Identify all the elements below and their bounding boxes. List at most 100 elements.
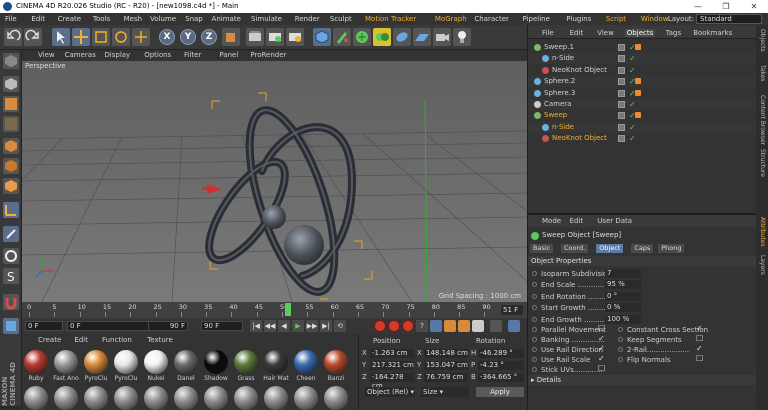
checkbox[interactable]: ✓ bbox=[696, 324, 703, 333]
record-keys-button[interactable] bbox=[374, 320, 386, 332]
tab-object[interactable]: Object bbox=[596, 244, 624, 253]
attribute-menu-mode[interactable]: Mode bbox=[542, 217, 561, 225]
snap-icon[interactable] bbox=[3, 248, 19, 264]
enabled-check-icon[interactable]: ✓ bbox=[629, 99, 636, 110]
play-button[interactable]: ▶ bbox=[292, 320, 304, 332]
animate-dot[interactable] bbox=[532, 293, 537, 299]
playhead[interactable] bbox=[285, 303, 291, 316]
camera-icon[interactable] bbox=[433, 28, 451, 46]
timeline-ruler[interactable]: 051015202530354045505560657075808590 51 … bbox=[22, 302, 527, 318]
animate-dot[interactable] bbox=[532, 316, 537, 322]
animate-dot[interactable] bbox=[618, 327, 623, 332]
menu-sculpt[interactable]: Sculpt bbox=[330, 13, 352, 25]
object-name[interactable]: NeoKnot Object bbox=[552, 65, 607, 76]
side-tab-layers[interactable]: Layers bbox=[758, 255, 766, 275]
menu-render[interactable]: Render bbox=[295, 13, 320, 25]
animate-dot[interactable] bbox=[532, 282, 537, 288]
object-menu-bookmarks[interactable]: Bookmarks bbox=[693, 29, 732, 37]
material-menu-create[interactable]: Create bbox=[38, 336, 61, 344]
visibility-toggle-icon[interactable] bbox=[618, 78, 625, 86]
object-row-neoknot-object[interactable]: NeoKnot Object ✓ bbox=[528, 65, 757, 76]
animate-dot[interactable] bbox=[532, 367, 537, 372]
viewport-menu-display[interactable]: Display bbox=[104, 50, 130, 61]
object-name[interactable]: Sphere.2 bbox=[544, 76, 575, 87]
render-view-icon[interactable] bbox=[246, 28, 264, 46]
viewport-menu-cameras[interactable]: Cameras bbox=[65, 50, 96, 61]
size-z-field[interactable]: 76.759 cm bbox=[424, 373, 468, 382]
visibility-toggle-icon[interactable] bbox=[618, 66, 625, 74]
key-move-icon[interactable] bbox=[430, 320, 442, 332]
key-scale-icon[interactable] bbox=[444, 320, 456, 332]
object-row-neoknot-object[interactable]: NeoKnot Object ✓ bbox=[528, 133, 757, 144]
floor-icon[interactable] bbox=[413, 28, 431, 46]
checkbox[interactable]: ✓ bbox=[696, 344, 703, 353]
checkbox[interactable]: ✓ bbox=[598, 334, 605, 343]
viewport-menu-filter[interactable]: Filter bbox=[184, 50, 201, 61]
y-axis-button[interactable]: Y bbox=[180, 29, 196, 45]
start-frame-field[interactable]: 0 F bbox=[25, 321, 63, 331]
checkbox[interactable]: ✓ bbox=[598, 354, 605, 363]
visibility-toggle-icon[interactable] bbox=[618, 135, 625, 143]
menu-pipeline[interactable]: Pipeline bbox=[523, 13, 550, 25]
object-menu-view[interactable]: View bbox=[597, 29, 614, 37]
material-ball-row2[interactable] bbox=[324, 386, 348, 410]
animate-dot[interactable] bbox=[532, 347, 537, 352]
current-frame-field[interactable]: 51 F bbox=[501, 305, 523, 315]
material-ball-row2[interactable] bbox=[114, 386, 138, 410]
checkbox[interactable]: ✓ bbox=[598, 344, 605, 353]
material-ball-ruby[interactable] bbox=[24, 350, 48, 374]
menu-snap[interactable]: Snap bbox=[185, 13, 203, 25]
deformer-icon[interactable] bbox=[393, 28, 411, 46]
property-value-field[interactable]: 100 % bbox=[605, 314, 641, 324]
loop-button[interactable]: ⟲ bbox=[334, 320, 346, 332]
animate-dot[interactable] bbox=[532, 327, 537, 332]
material-ball-hair-mat[interactable] bbox=[264, 350, 288, 374]
object-name[interactable]: Camera bbox=[544, 99, 571, 110]
object-row-camera[interactable]: Camera ✓ bbox=[528, 99, 757, 110]
autokey-button[interactable] bbox=[388, 320, 400, 332]
viewport-menu-options[interactable]: Options bbox=[144, 50, 171, 61]
viewport-menu-prorender[interactable]: ProRender bbox=[250, 50, 286, 61]
object-row-sphere-3[interactable]: Sphere.3 ✓ bbox=[528, 88, 757, 99]
help-icon[interactable]: ? bbox=[416, 320, 428, 332]
object-row-n-side[interactable]: n-Side ✓ bbox=[528, 121, 757, 133]
visibility-toggle-icon[interactable] bbox=[618, 55, 625, 63]
viewport-menu-view[interactable]: View bbox=[38, 50, 55, 61]
material-ball-row2[interactable] bbox=[294, 386, 318, 410]
object-menu-file[interactable]: File bbox=[542, 29, 554, 37]
menu-character[interactable]: Character bbox=[474, 13, 509, 25]
key-param-icon[interactable] bbox=[472, 320, 484, 332]
viewport-menu-panel[interactable]: Panel bbox=[219, 50, 238, 61]
animate-dot[interactable] bbox=[532, 357, 537, 362]
enabled-check-icon[interactable]: ✓ bbox=[629, 53, 636, 64]
checkbox[interactable]: ☐ bbox=[598, 364, 605, 373]
cloner-icon[interactable] bbox=[373, 28, 391, 46]
tab-caps[interactable]: Caps bbox=[631, 244, 654, 253]
polygons-mode-icon[interactable] bbox=[3, 178, 19, 194]
preview-max-field[interactable]: 90 F bbox=[148, 321, 188, 331]
object-row-sweep-1[interactable]: Sweep.1 ✓ bbox=[528, 42, 757, 53]
menu-tools[interactable]: Tools bbox=[93, 13, 110, 25]
enabled-check-icon[interactable]: ✓ bbox=[629, 65, 636, 76]
menu-mesh[interactable]: Mesh bbox=[124, 13, 142, 25]
object-name[interactable]: Sweep bbox=[544, 110, 567, 121]
object-name[interactable]: n-Side bbox=[552, 122, 574, 133]
select-arrow-icon[interactable] bbox=[52, 28, 70, 46]
scale-icon[interactable] bbox=[92, 28, 110, 46]
object-menu-tags[interactable]: Tags bbox=[666, 29, 682, 37]
object-name[interactable]: NeoKnot Object bbox=[552, 133, 607, 144]
material-ball-row2[interactable] bbox=[54, 386, 78, 410]
enabled-check-icon[interactable]: ✓ bbox=[629, 122, 636, 133]
material-ball-row2[interactable] bbox=[264, 386, 288, 410]
side-tab-structure[interactable]: Structure bbox=[758, 149, 766, 177]
texture-mode-icon[interactable] bbox=[3, 96, 19, 112]
minimize-button[interactable]: — bbox=[684, 0, 712, 13]
keyframe-selection-button[interactable] bbox=[402, 320, 414, 332]
visibility-toggle-icon[interactable] bbox=[618, 89, 625, 97]
close-button[interactable]: ✕ bbox=[740, 0, 768, 13]
menu-mograph[interactable]: MoGraph bbox=[435, 13, 467, 25]
rotation-b-field[interactable]: -364.665 ° bbox=[478, 373, 524, 382]
menu-create[interactable]: Create bbox=[58, 13, 81, 25]
size-mode-select[interactable]: Size ▾ bbox=[421, 387, 469, 397]
visibility-toggle-icon[interactable] bbox=[618, 44, 625, 51]
